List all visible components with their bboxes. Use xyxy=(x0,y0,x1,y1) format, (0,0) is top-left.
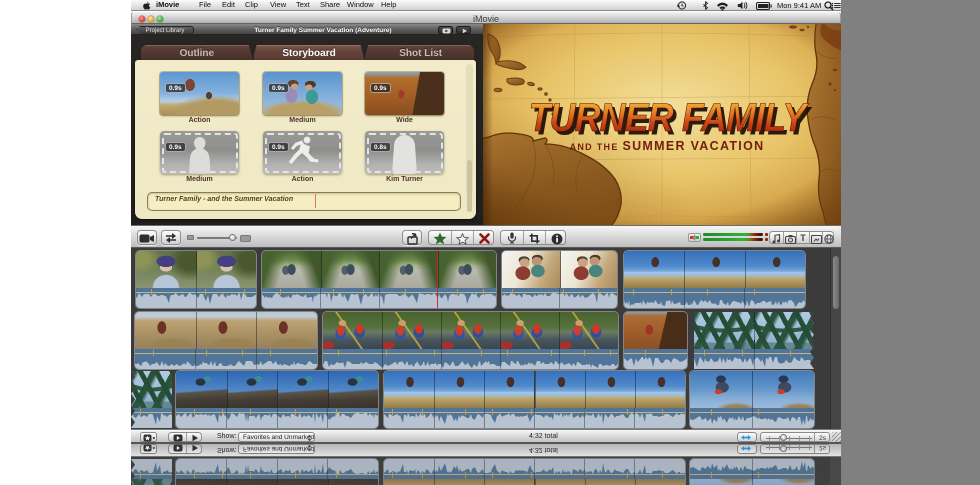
svg-text:AND THE SUMMER VACATION: AND THE SUMMER VACATION xyxy=(570,139,765,153)
svg-text:TURNER FAMILY: TURNER FAMILY xyxy=(529,96,810,140)
